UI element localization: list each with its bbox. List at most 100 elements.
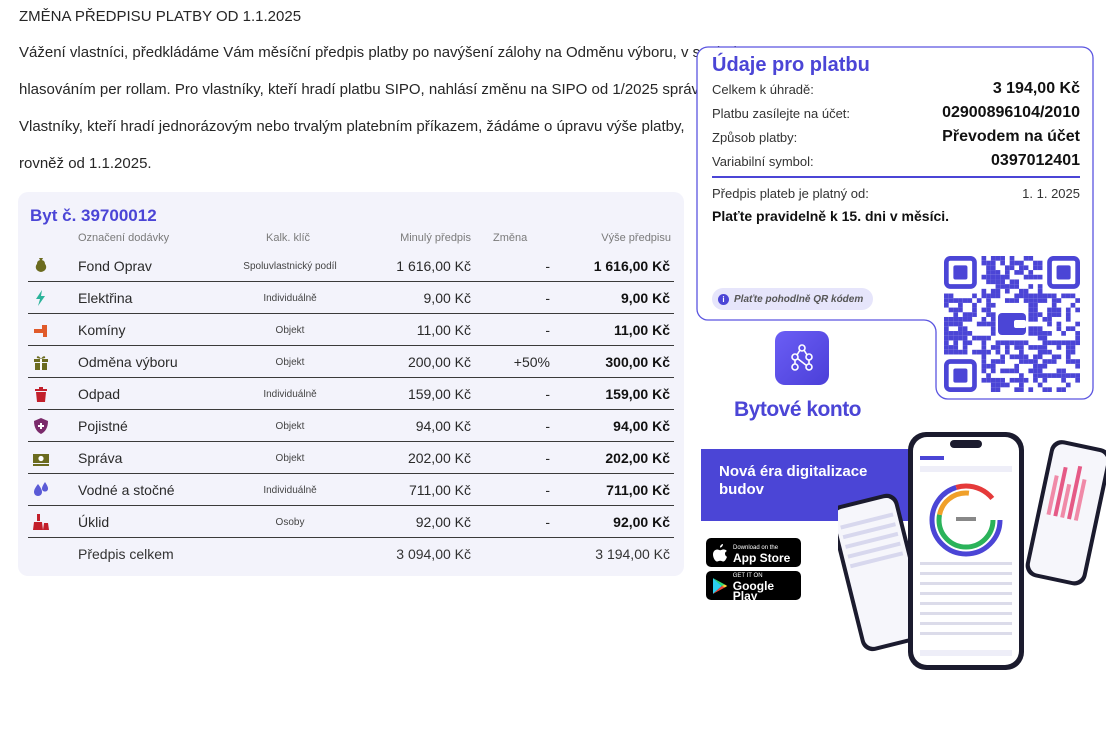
qr-hint-text: Plaťte pohodlně QR kódem (734, 293, 864, 305)
table-row: Komíny Objekt 11,00 Kč - 11,00 Kč (18, 314, 674, 346)
row-new: 92,00 Kč (613, 514, 670, 530)
intro-line-3: Vlastníky, kteří hradí jednorázovým nebo… (19, 118, 685, 135)
payment-account-label: Platbu zasílejte na účet: (712, 105, 851, 121)
row-key: Individuálně (263, 292, 317, 304)
header-change: Změna (493, 232, 528, 244)
row-prev: 92,00 Kč (415, 514, 471, 530)
row-name: Úklid (78, 514, 110, 530)
page-heading: ZMĚNA PŘEDPISU PLATBY OD 1.1.2025 (19, 8, 302, 25)
payment-title: Údaje pro platbu (712, 54, 870, 76)
phone-center (908, 432, 1024, 670)
table-row: Úklid Osoby 92,00 Kč - 92,00 Kč (18, 506, 674, 538)
row-new: 300,00 Kč (605, 354, 670, 370)
lightning-icon (30, 282, 52, 314)
row-change: - (545, 258, 550, 274)
row-name: Elektřina (78, 290, 133, 306)
row-key: Spoluvlastnický podíl (243, 260, 337, 272)
qr-finder (1047, 256, 1080, 289)
payment-valid-row: Předpis plateb je platný od: 1. 1. 2025 (712, 182, 1080, 204)
qr-finder (944, 359, 977, 392)
payment-valid-value: 1. 1. 2025 (1022, 185, 1080, 201)
gift-icon (30, 346, 52, 378)
row-new: 159,00 Kč (605, 386, 670, 402)
row-change: - (545, 418, 550, 434)
row-change: - (545, 290, 550, 306)
row-change: +50% (513, 354, 550, 370)
payment-note: Plaťte pravidelně k 15. dni v měsíci. (712, 208, 950, 224)
row-name: Komíny (78, 322, 126, 338)
row-key: Individuálně (263, 388, 317, 400)
row-change: - (545, 482, 550, 498)
apple-icon (713, 543, 727, 561)
google-play-button[interactable]: GET IT ON Google Play (706, 571, 801, 603)
payment-account-value: 02900896104/2010 (942, 104, 1080, 121)
payment-panel: Údaje pro platbu Celkem k úhradě: 3 194,… (696, 46, 1094, 400)
table-row: Odpad Individuálně 159,00 Kč - 159,00 Kč (18, 378, 674, 410)
row-name: Odpad (78, 386, 121, 402)
payment-vs-value: 0397012401 (991, 152, 1080, 169)
table-row: Fond Oprav Spoluvlastnický podíl 1 616,00 … (18, 250, 674, 282)
row-change: - (545, 322, 550, 338)
total-new: 3 194,00 Kč (595, 546, 670, 562)
row-change: - (545, 386, 550, 402)
row-name: Vodné a stočné (78, 482, 175, 498)
app-store-big: App Store (733, 550, 791, 565)
app-store-button[interactable]: Download on the App Store (706, 538, 801, 567)
row-name: Odměna výboru (78, 354, 178, 370)
qr-code (944, 256, 1080, 392)
row-prev: 159,00 Kč (407, 386, 471, 402)
payment-method-value: Převodem na účet (942, 128, 1080, 145)
payment-method-row: Způsob platby: Převodem na účet (712, 126, 1080, 148)
google-play-big: Google Play (732, 578, 775, 603)
row-prev: 9,00 Kč (423, 290, 471, 306)
header-key: Kalk. klíč (266, 232, 311, 244)
total-prev: 3 094,00 Kč (396, 546, 471, 562)
intro-line-4: rovněž od 1.1.2025. (19, 155, 152, 172)
water-drops-icon (30, 474, 52, 506)
row-name: Fond Oprav (78, 258, 152, 274)
payment-total-value: 3 194,00 Kč (992, 80, 1080, 97)
row-prev: 11,00 Kč (416, 322, 471, 338)
app-logo (775, 331, 829, 385)
payment-vs-label: Variabilní symbol: (712, 153, 814, 169)
payment-method-label: Způsob platby: (712, 129, 798, 145)
intro-line-1: Vážení vlastníci, předkládáme Vám měsíčn… (19, 44, 757, 61)
table-row: Elektřina Individuálně 9,00 Kč - 9,00 Kč (18, 282, 674, 314)
row-prev: 1 616,00 Kč (396, 258, 471, 274)
network-icon (791, 344, 813, 371)
row-key: Individuálně (263, 484, 317, 496)
row-new: 11,00 Kč (613, 322, 670, 338)
payment-account-row: Platbu zasílejte na účet: 02900896104/20… (712, 102, 1080, 124)
row-name: Pojistné (78, 418, 128, 434)
info-icon: i (718, 293, 729, 305)
payment-divider (712, 176, 1080, 178)
row-prev: 200,00 Kč (407, 354, 471, 370)
header-name: Označení dodávky (78, 232, 170, 244)
qr-finder (944, 256, 977, 289)
payment-total-label: Celkem k úhradě: (712, 81, 814, 97)
app-name: Bytové konto (734, 398, 862, 421)
row-key: Objekt (275, 356, 305, 368)
money-icon (30, 442, 52, 474)
header-prev: Minulý předpis (400, 232, 471, 244)
header-new: Výše předpisu (601, 232, 671, 244)
row-change: - (545, 450, 550, 466)
row-key: Osoby (275, 516, 305, 528)
chimney-icon (30, 314, 52, 346)
cleaning-icon (30, 506, 52, 538)
row-name: Správa (78, 450, 123, 466)
row-change: - (545, 514, 550, 530)
row-prev: 711,00 Kč (408, 482, 471, 498)
wallet-icon (998, 313, 1026, 335)
bill-panel: Byt č. 39700012 Označení dodávky Kalk. k… (18, 192, 684, 576)
row-prev: 202,00 Kč (407, 450, 471, 466)
phone-mockups (838, 432, 1106, 670)
row-new: 9,00 Kč (620, 290, 670, 306)
qr-hint-pill: i Plaťte pohodlně QR kódem (712, 288, 874, 310)
apartment-title: Byt č. 39700012 (30, 206, 157, 225)
row-new: 94,00 Kč (613, 418, 670, 434)
trash-icon (30, 378, 52, 410)
row-new: 202,00 Kč (605, 450, 670, 466)
row-new: 711,00 Kč (606, 482, 670, 498)
row-key: Objekt (275, 452, 305, 464)
